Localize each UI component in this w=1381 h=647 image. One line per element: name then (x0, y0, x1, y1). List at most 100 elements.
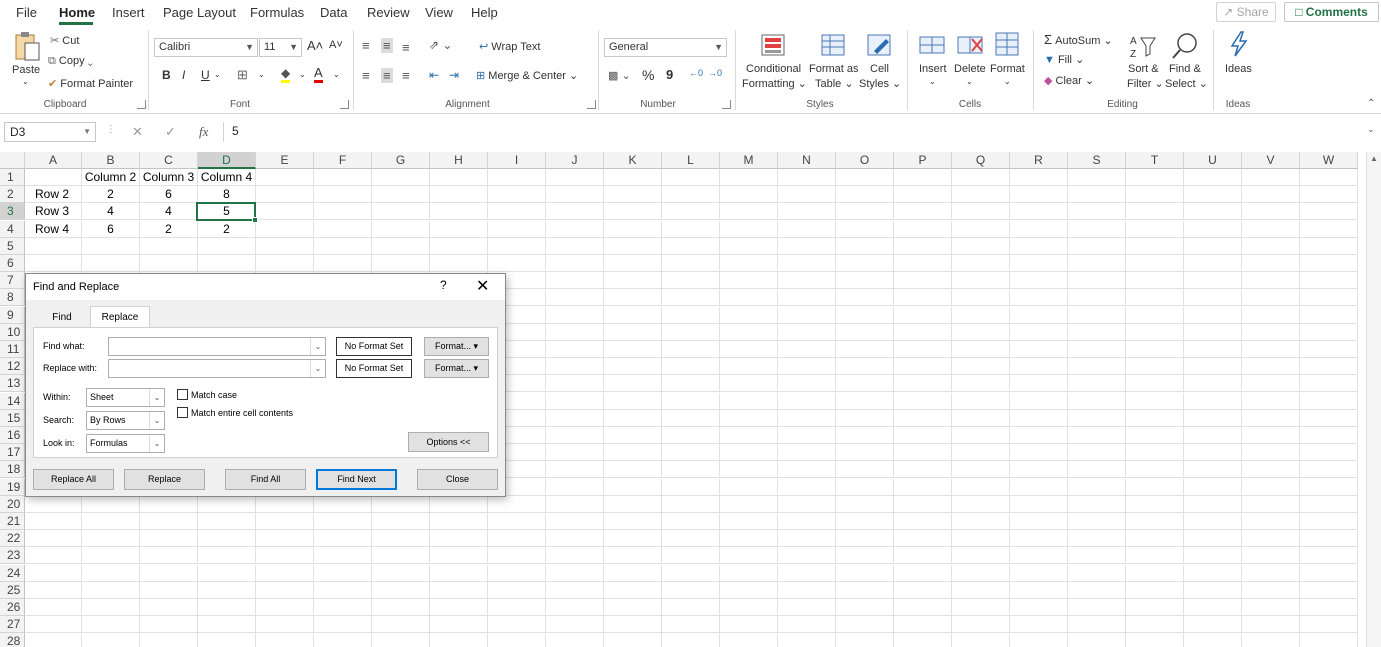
cell-j17[interactable] (546, 444, 604, 462)
cell-h20[interactable] (430, 495, 488, 513)
cell-k20[interactable] (604, 495, 662, 513)
cell-o11[interactable] (836, 341, 894, 358)
cell-v5[interactable] (1242, 237, 1300, 255)
cell-u10[interactable] (1184, 323, 1242, 341)
row-header-22[interactable]: 22 (0, 530, 25, 548)
cell-l25[interactable] (662, 581, 720, 599)
cell-l16[interactable] (662, 427, 720, 444)
cell-b22[interactable] (82, 530, 140, 548)
cell-u23[interactable] (1184, 547, 1242, 565)
search-select[interactable]: By Rows ⌄ (86, 411, 165, 430)
cell-u24[interactable] (1184, 564, 1242, 582)
cell-p20[interactable] (894, 495, 952, 513)
cell-u4[interactable] (1184, 220, 1242, 238)
cell-w20[interactable] (1300, 495, 1358, 513)
cell-k8[interactable] (604, 289, 662, 307)
cell-o27[interactable] (836, 616, 894, 634)
replace-button[interactable]: Replace (124, 469, 205, 490)
cell-o2[interactable] (836, 186, 894, 204)
cell-m26[interactable] (720, 599, 778, 616)
cell-d1[interactable]: Column 4 (198, 169, 256, 186)
cell-p10[interactable] (894, 323, 952, 341)
column-header-c[interactable]: C (140, 152, 198, 169)
cell-s6[interactable] (1068, 255, 1126, 272)
cell-v21[interactable] (1242, 513, 1300, 530)
cell-g25[interactable] (372, 581, 430, 599)
cell-f25[interactable] (314, 581, 372, 599)
cell-u26[interactable] (1184, 599, 1242, 616)
cell-d24[interactable] (198, 564, 256, 582)
cut-button[interactable]: ✂ Cut (50, 34, 79, 47)
cell-o7[interactable] (836, 272, 894, 290)
column-header-p[interactable]: P (894, 152, 952, 169)
row-header-15[interactable]: 15 (0, 409, 25, 427)
align-middle-icon[interactable]: ≡ (381, 38, 393, 53)
cell-m11[interactable] (720, 341, 778, 358)
formula-input[interactable]: 5 (223, 122, 1371, 142)
cell-b27[interactable] (82, 616, 140, 634)
cell-v1[interactable] (1242, 169, 1300, 186)
cell-p18[interactable] (894, 461, 952, 479)
cell-v20[interactable] (1242, 495, 1300, 513)
cell-v10[interactable] (1242, 323, 1300, 341)
tab-home[interactable]: Home (59, 5, 95, 20)
cell-h22[interactable] (430, 530, 488, 548)
column-header-g[interactable]: G (372, 152, 430, 169)
comma-style-button[interactable]: 9 (666, 67, 673, 82)
cell-n6[interactable] (778, 255, 836, 272)
cell-p12[interactable] (894, 358, 952, 376)
cell-e3[interactable] (256, 203, 314, 221)
cell-e5[interactable] (256, 237, 314, 255)
cell-l18[interactable] (662, 461, 720, 479)
cell-q26[interactable] (952, 599, 1010, 616)
underline-button[interactable]: U (201, 68, 210, 82)
cell-l11[interactable] (662, 341, 720, 358)
conditional-formatting-label[interactable]: Conditional (746, 63, 801, 75)
sort-filter-icon[interactable]: A Z (1128, 32, 1158, 60)
cell-m16[interactable] (720, 427, 778, 444)
cell-s22[interactable] (1068, 530, 1126, 548)
cell-m20[interactable] (720, 495, 778, 513)
cell-d23[interactable] (198, 547, 256, 565)
cell-v7[interactable] (1242, 272, 1300, 290)
font-name-combo[interactable]: Calibri ▼ (154, 38, 258, 57)
cell-p24[interactable] (894, 564, 952, 582)
cell-l13[interactable] (662, 375, 720, 393)
cell-m6[interactable] (720, 255, 778, 272)
cell-o16[interactable] (836, 427, 894, 444)
row-header-26[interactable]: 26 (0, 599, 25, 616)
row-header-8[interactable]: 8 (0, 289, 25, 307)
cell-f27[interactable] (314, 616, 372, 634)
cell-j13[interactable] (546, 375, 604, 393)
find-next-button[interactable]: Find Next (316, 469, 397, 490)
cell-r13[interactable] (1010, 375, 1068, 393)
cell-s20[interactable] (1068, 495, 1126, 513)
cell-g2[interactable] (372, 186, 430, 204)
cell-j25[interactable] (546, 581, 604, 599)
cell-d2[interactable]: 8 (198, 186, 256, 204)
cell-m28[interactable] (720, 633, 778, 647)
align-bottom-icon[interactable]: ≡ (402, 40, 410, 55)
cell-r8[interactable] (1010, 289, 1068, 307)
cell-p28[interactable] (894, 633, 952, 647)
cell-n23[interactable] (778, 547, 836, 565)
cell-l23[interactable] (662, 547, 720, 565)
cell-m19[interactable] (720, 478, 778, 496)
cell-c27[interactable] (140, 616, 198, 634)
cell-o4[interactable] (836, 220, 894, 238)
cell-k10[interactable] (604, 323, 662, 341)
cell-g26[interactable] (372, 599, 430, 616)
cell-l19[interactable] (662, 478, 720, 496)
cell-e1[interactable] (256, 169, 314, 186)
look-in-select[interactable]: Formulas ⌄ (86, 434, 165, 453)
cell-v24[interactable] (1242, 564, 1300, 582)
cell-m4[interactable] (720, 220, 778, 238)
cell-k18[interactable] (604, 461, 662, 479)
cell-r21[interactable] (1010, 513, 1068, 530)
cell-c4[interactable]: 2 (140, 220, 198, 238)
cell-i2[interactable] (488, 186, 546, 204)
cell-j8[interactable] (546, 289, 604, 307)
cell-w14[interactable] (1300, 392, 1358, 410)
cell-s4[interactable] (1068, 220, 1126, 238)
cell-w24[interactable] (1300, 564, 1358, 582)
